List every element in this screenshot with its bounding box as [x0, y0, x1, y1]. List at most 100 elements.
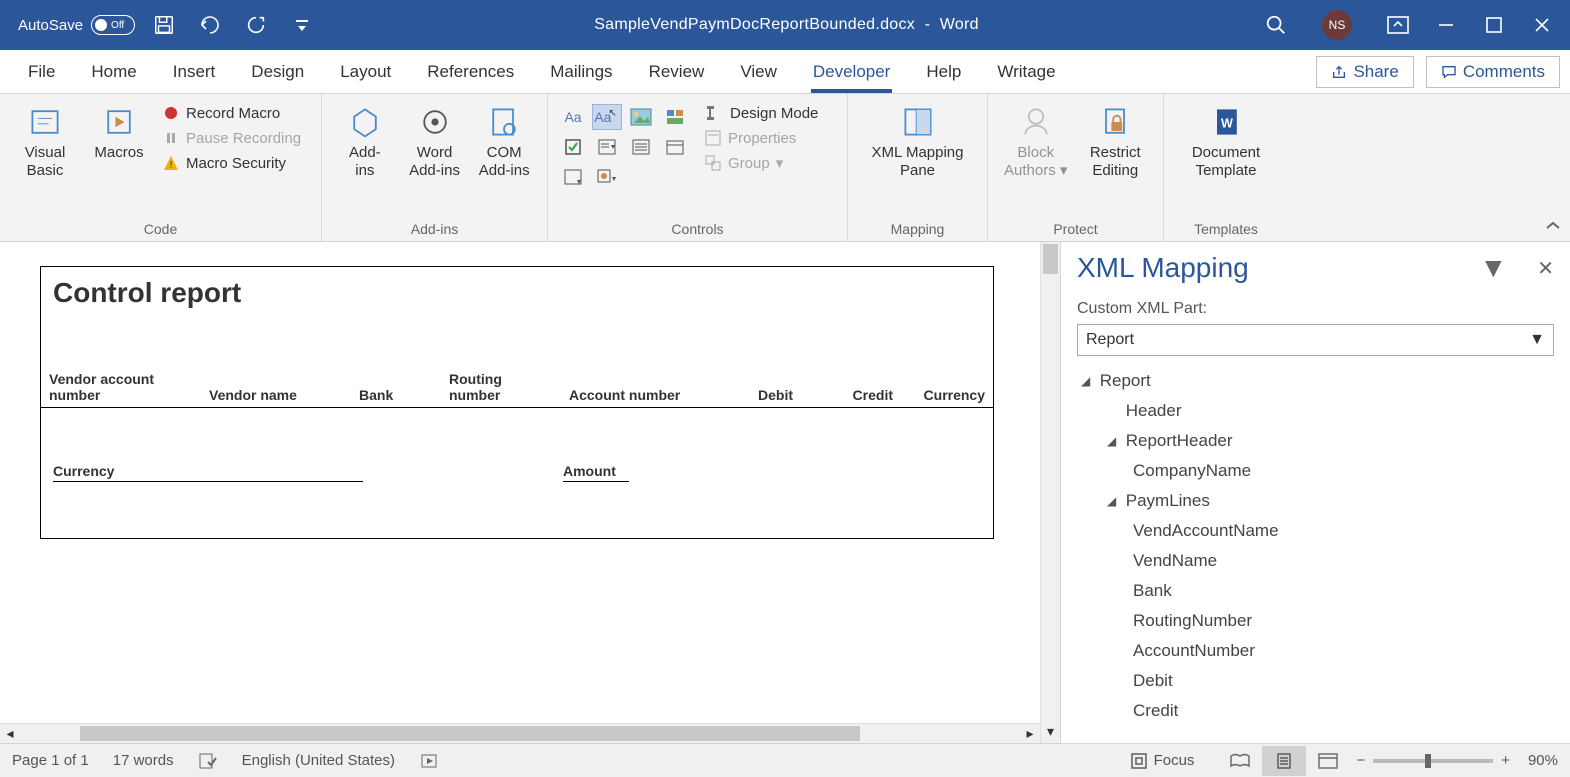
tree-node-paymlines[interactable]: ◢ PaymLines	[1077, 486, 1554, 516]
minimize-button[interactable]	[1424, 2, 1468, 48]
group-controls-label: Controls	[558, 219, 837, 239]
zoom-in-button[interactable]: +	[1501, 752, 1510, 769]
xml-pane-title: XML Mapping	[1077, 252, 1249, 284]
macro-security-button[interactable]: ! Macro Security	[158, 152, 305, 174]
tab-writage[interactable]: Writage	[979, 50, 1073, 94]
status-macros-icon[interactable]	[419, 752, 439, 770]
status-spellcheck[interactable]	[198, 752, 218, 770]
restrict-editing-button[interactable]: Restrict Editing	[1078, 100, 1154, 180]
tree-node-bank[interactable]: Bank	[1077, 576, 1554, 606]
customize-qat-button[interactable]	[285, 10, 319, 40]
redo-button[interactable]	[239, 10, 273, 40]
focus-mode-button[interactable]: Focus	[1130, 752, 1195, 770]
rich-text-control-button[interactable]: Aa	[558, 104, 588, 130]
close-button[interactable]	[1520, 2, 1564, 48]
autosave-toggle[interactable]: AutoSave Off	[18, 15, 135, 35]
xml-pane-menu-button[interactable]: ▼	[1480, 252, 1508, 284]
autosave-label: AutoSave	[18, 17, 83, 34]
picture-control-button[interactable]	[626, 104, 656, 130]
custom-xml-part-select[interactable]: Report ▼	[1077, 324, 1554, 356]
record-macro-button[interactable]: Record Macro	[158, 102, 305, 124]
date-picker-control-button[interactable]	[660, 134, 690, 160]
zoom-level[interactable]: 90%	[1528, 752, 1558, 769]
save-button[interactable]	[147, 10, 181, 40]
vscroll-down-button[interactable]: ▾	[1041, 721, 1060, 741]
xml-mapping-pane-button[interactable]: XML Mapping Pane	[858, 100, 977, 180]
read-mode-button[interactable]	[1218, 746, 1262, 776]
checkbox-control-button[interactable]	[558, 134, 588, 160]
addins-button[interactable]: Add- ins	[332, 100, 398, 180]
document-canvas[interactable]: Control report Vendor account number Ven…	[0, 242, 1040, 743]
tab-home[interactable]: Home	[73, 50, 154, 94]
tab-view[interactable]: View	[722, 50, 795, 94]
collapse-ribbon-button[interactable]	[1544, 219, 1562, 235]
comments-button[interactable]: Comments	[1426, 56, 1560, 88]
status-language[interactable]: English (United States)	[242, 752, 395, 769]
col-routing: Routing number	[441, 371, 561, 408]
word-addins-button[interactable]: Word Add-ins	[402, 100, 468, 180]
visual-basic-button[interactable]: Visual Basic	[10, 100, 80, 180]
user-avatar[interactable]: NS	[1322, 10, 1352, 40]
com-addins-button[interactable]: COM Add-ins	[471, 100, 537, 180]
tab-layout[interactable]: Layout	[322, 50, 409, 94]
tree-node-accountnumber[interactable]: AccountNumber	[1077, 636, 1554, 666]
col-vendor-name: Vendor name	[201, 371, 351, 408]
tab-insert[interactable]: Insert	[155, 50, 234, 94]
dropdown-control-button[interactable]	[626, 134, 656, 160]
tab-developer[interactable]: Developer	[795, 50, 909, 94]
tree-node-vendname[interactable]: VendName	[1077, 546, 1554, 576]
xml-pane-close-button[interactable]: ✕	[1537, 256, 1554, 281]
svg-text:!: !	[170, 160, 173, 171]
tab-file[interactable]: File	[10, 50, 73, 94]
vscroll[interactable]: ▾	[1040, 242, 1060, 743]
combo-box-control-button[interactable]	[592, 134, 622, 160]
hscroll-thumb[interactable]	[80, 726, 860, 741]
properties-button: Properties	[700, 127, 822, 149]
legacy-tools-button[interactable]	[592, 164, 622, 190]
zoom-slider[interactable]	[1373, 759, 1493, 763]
macros-button[interactable]: Macros	[84, 100, 154, 162]
web-layout-button[interactable]	[1306, 746, 1350, 776]
hscroll-left-button[interactable]: ◂	[0, 724, 20, 743]
document-template-button[interactable]: W Document Template	[1174, 100, 1278, 180]
tab-mailings[interactable]: Mailings	[532, 50, 630, 94]
tree-node-routingnumber[interactable]: RoutingNumber	[1077, 606, 1554, 636]
status-page[interactable]: Page 1 of 1	[12, 752, 89, 769]
search-button[interactable]	[1254, 2, 1298, 48]
tree-node-report[interactable]: ◢ Report	[1077, 366, 1554, 396]
hscroll-right-button[interactable]: ▸	[1020, 724, 1040, 743]
group-addins-label: Add-ins	[332, 219, 537, 239]
tab-review[interactable]: Review	[631, 50, 723, 94]
ribbon-tabs: File Home Insert Design Layout Reference…	[0, 50, 1570, 94]
undo-button[interactable]	[193, 10, 227, 40]
xml-mapping-pane: XML Mapping ▼ ✕ Custom XML Part: Report …	[1060, 242, 1570, 743]
status-words[interactable]: 17 words	[113, 752, 174, 769]
share-button[interactable]: Share	[1316, 56, 1413, 88]
pause-recording-button: Pause Recording	[158, 127, 305, 149]
plain-text-control-button[interactable]: Aa↖	[592, 104, 622, 130]
tree-node-header[interactable]: Header	[1077, 396, 1554, 426]
tree-node-reportheader[interactable]: ◢ ReportHeader	[1077, 426, 1554, 456]
tab-references[interactable]: References	[409, 50, 532, 94]
tree-node-vendaccountname[interactable]: VendAccountName	[1077, 516, 1554, 546]
building-block-control-button[interactable]	[660, 104, 690, 130]
hscroll-track[interactable]	[20, 724, 1020, 743]
tab-design[interactable]: Design	[233, 50, 322, 94]
maximize-button[interactable]	[1472, 2, 1516, 48]
repeating-section-control-button[interactable]	[558, 164, 588, 190]
group-mapping-label: Mapping	[858, 219, 977, 239]
vscroll-thumb[interactable]	[1043, 244, 1058, 274]
zoom-knob[interactable]	[1425, 754, 1431, 768]
document-page: Control report Vendor account number Ven…	[40, 266, 994, 539]
tab-help[interactable]: Help	[908, 50, 979, 94]
group-code-label: Code	[10, 219, 311, 239]
print-layout-button[interactable]	[1262, 746, 1306, 776]
tree-node-credit[interactable]: Credit	[1077, 696, 1554, 726]
tree-node-companyname[interactable]: CompanyName	[1077, 456, 1554, 486]
ribbon-display-button[interactable]	[1376, 2, 1420, 48]
zoom-out-button[interactable]: −	[1356, 752, 1365, 769]
tree-node-debit[interactable]: Debit	[1077, 666, 1554, 696]
window-title: SampleVendPaymDocReportBounded.docx - Wo…	[319, 16, 1254, 34]
custom-xml-part-label: Custom XML Part:	[1077, 300, 1554, 318]
design-mode-button[interactable]: Design Mode	[700, 102, 822, 124]
